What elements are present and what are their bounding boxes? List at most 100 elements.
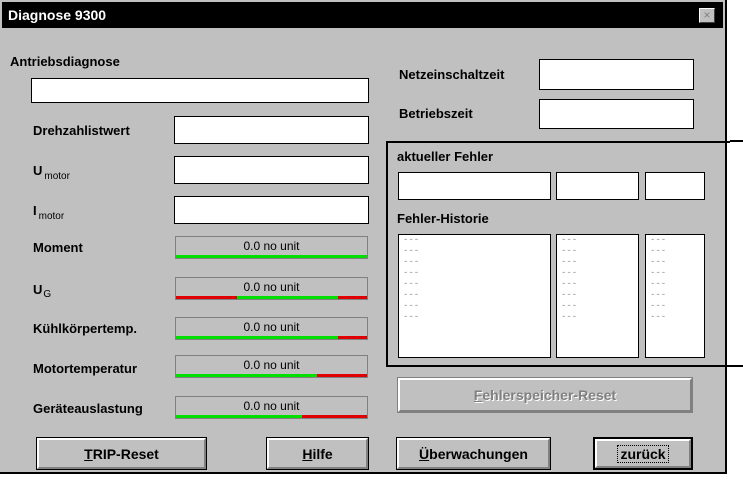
zurueck-button-face: zurück	[595, 439, 691, 468]
imotor-label-sub: motor	[38, 211, 65, 222]
meter-band	[317, 374, 367, 377]
history-entry: ---	[561, 301, 578, 311]
meter-band	[176, 296, 238, 299]
historie-rows-3: --- --- --- --- --- --- --- ---	[650, 235, 704, 323]
drehzahl-label: Drehzahlistwert	[33, 123, 130, 138]
ueberwachungen-button-label: Überwachungen	[419, 446, 528, 462]
group-bottom-marker	[730, 365, 743, 367]
trip-reset-button-label: TRIP-Reset	[84, 446, 159, 462]
meter-band	[176, 336, 339, 339]
fehlerspeicher-reset-label: Fehlerspeicher-Reset	[474, 387, 616, 403]
aktueller-fehler-field[interactable]	[398, 172, 551, 200]
kuehl-value: 0.0 no unit	[243, 320, 300, 334]
aktueller-fehler-code-field[interactable]	[556, 172, 639, 200]
netz-label: Netzeinschaltzeit	[399, 67, 505, 82]
trip-reset-accel: T	[84, 445, 93, 462]
meter-band	[176, 415, 303, 418]
hilfe-button-face: Hilfe	[267, 438, 368, 469]
meter-band	[176, 374, 318, 377]
fehlerspeicher-text: ehlerspeicher-Reset	[482, 387, 617, 403]
history-entry: ---	[650, 246, 667, 256]
group-top-marker	[730, 140, 743, 142]
motortemp-label: Motortemperatur	[33, 361, 138, 376]
geraete-label: Geräteauslastung	[33, 401, 143, 416]
motortemp-meter: 0.0 no unit	[175, 355, 368, 378]
hilfe-accel: H	[302, 445, 313, 462]
historie-list-3[interactable]: --- --- --- --- --- --- --- ---	[645, 234, 705, 358]
geraete-meter: 0.0 no unit	[175, 396, 368, 419]
history-entry: ---	[650, 279, 667, 289]
fehlerspeicher-reset-face: Fehlerspeicher-Reset	[398, 378, 692, 412]
close-icon[interactable]: ×	[699, 8, 715, 23]
hilfe-button-label: Hilfe	[302, 446, 332, 462]
meter-band	[338, 336, 367, 339]
history-entry: ---	[403, 290, 420, 300]
imotor-label: Imotor	[33, 203, 64, 222]
history-entry: ---	[561, 235, 578, 245]
kuehl-meter: 0.0 no unit	[175, 317, 368, 340]
ueberwachungen-accel: Ü	[419, 445, 430, 462]
geraete-value: 0.0 no unit	[243, 399, 300, 413]
window-title: Diagnose 9300	[8, 7, 107, 23]
motortemp-bar	[176, 374, 367, 377]
title-bar[interactable]: Diagnose 9300 ×	[2, 2, 723, 28]
ueberwachungen-text: berwachungen	[429, 445, 528, 462]
history-entry: ---	[561, 290, 578, 300]
history-entry: ---	[561, 279, 578, 289]
fehlerspeicher-reset-button[interactable]: Fehlerspeicher-Reset	[397, 377, 693, 413]
historie-rows-2: --- --- --- --- --- --- --- ---	[561, 235, 638, 323]
history-entry: ---	[650, 257, 667, 267]
zurueck-button[interactable]: zurück	[593, 437, 693, 470]
meter-band	[176, 255, 367, 258]
betrieb-field[interactable]	[539, 99, 694, 129]
history-entry: ---	[403, 279, 420, 289]
ug-label: UG	[33, 282, 51, 300]
ueberwachungen-button[interactable]: Überwachungen	[396, 437, 551, 470]
moment-value: 0.0 no unit	[243, 239, 300, 253]
fehler-historie-label: Fehler-Historie	[397, 211, 489, 226]
history-entry: ---	[403, 268, 420, 278]
history-entry: ---	[403, 257, 420, 267]
history-entry: ---	[403, 301, 420, 311]
ueberwachungen-button-face: Überwachungen	[397, 438, 550, 469]
moment-bar	[176, 255, 367, 258]
aktueller-fehler-time-field[interactable]	[645, 172, 705, 200]
meter-band	[302, 415, 367, 418]
antriebsdiagnose-label: Antriebsdiagnose	[10, 54, 120, 69]
kuehl-bar	[176, 336, 367, 339]
ug-bar	[176, 296, 367, 299]
history-entry: ---	[561, 246, 578, 256]
history-entry: ---	[403, 312, 420, 322]
moment-meter: 0.0 no unit	[175, 236, 368, 259]
trip-reset-button[interactable]: TRIP-Reset	[36, 437, 207, 470]
history-entry: ---	[561, 312, 578, 322]
umotor-label-sub: motor	[44, 171, 70, 182]
meter-band	[338, 296, 367, 299]
hilfe-text: ilfe	[312, 445, 333, 462]
history-entry: ---	[403, 246, 420, 256]
ug-value: 0.0 no unit	[243, 280, 300, 294]
kuehl-label: Kühlkörpertemp.	[33, 321, 138, 336]
historie-list-1[interactable]: --- --- --- --- --- --- --- ---	[398, 234, 551, 358]
motortemp-value: 0.0 no unit	[243, 358, 300, 372]
history-entry: ---	[403, 235, 420, 245]
imotor-field[interactable]	[174, 196, 369, 224]
umotor-label: Umotor	[33, 163, 70, 182]
umotor-field[interactable]	[174, 156, 369, 184]
aktueller-fehler-label: aktueller Fehler	[397, 149, 494, 164]
history-entry: ---	[650, 290, 667, 300]
history-entry: ---	[561, 268, 578, 278]
history-entry: ---	[650, 235, 667, 245]
historie-rows-1: --- --- --- --- --- --- --- ---	[403, 235, 550, 323]
betrieb-label: Betriebszeit	[399, 106, 473, 121]
history-entry: ---	[650, 268, 667, 278]
historie-list-2[interactable]: --- --- --- --- --- --- --- ---	[556, 234, 639, 358]
history-entry: ---	[650, 301, 667, 311]
netz-field[interactable]	[539, 59, 694, 90]
drehzahl-field[interactable]	[174, 116, 369, 144]
history-entry: ---	[650, 312, 667, 322]
ug-meter: 0.0 no unit	[175, 277, 368, 300]
hilfe-button[interactable]: Hilfe	[266, 437, 369, 470]
trip-reset-text: RIP-Reset	[92, 445, 159, 462]
antriebsdiagnose-field[interactable]	[31, 78, 369, 103]
